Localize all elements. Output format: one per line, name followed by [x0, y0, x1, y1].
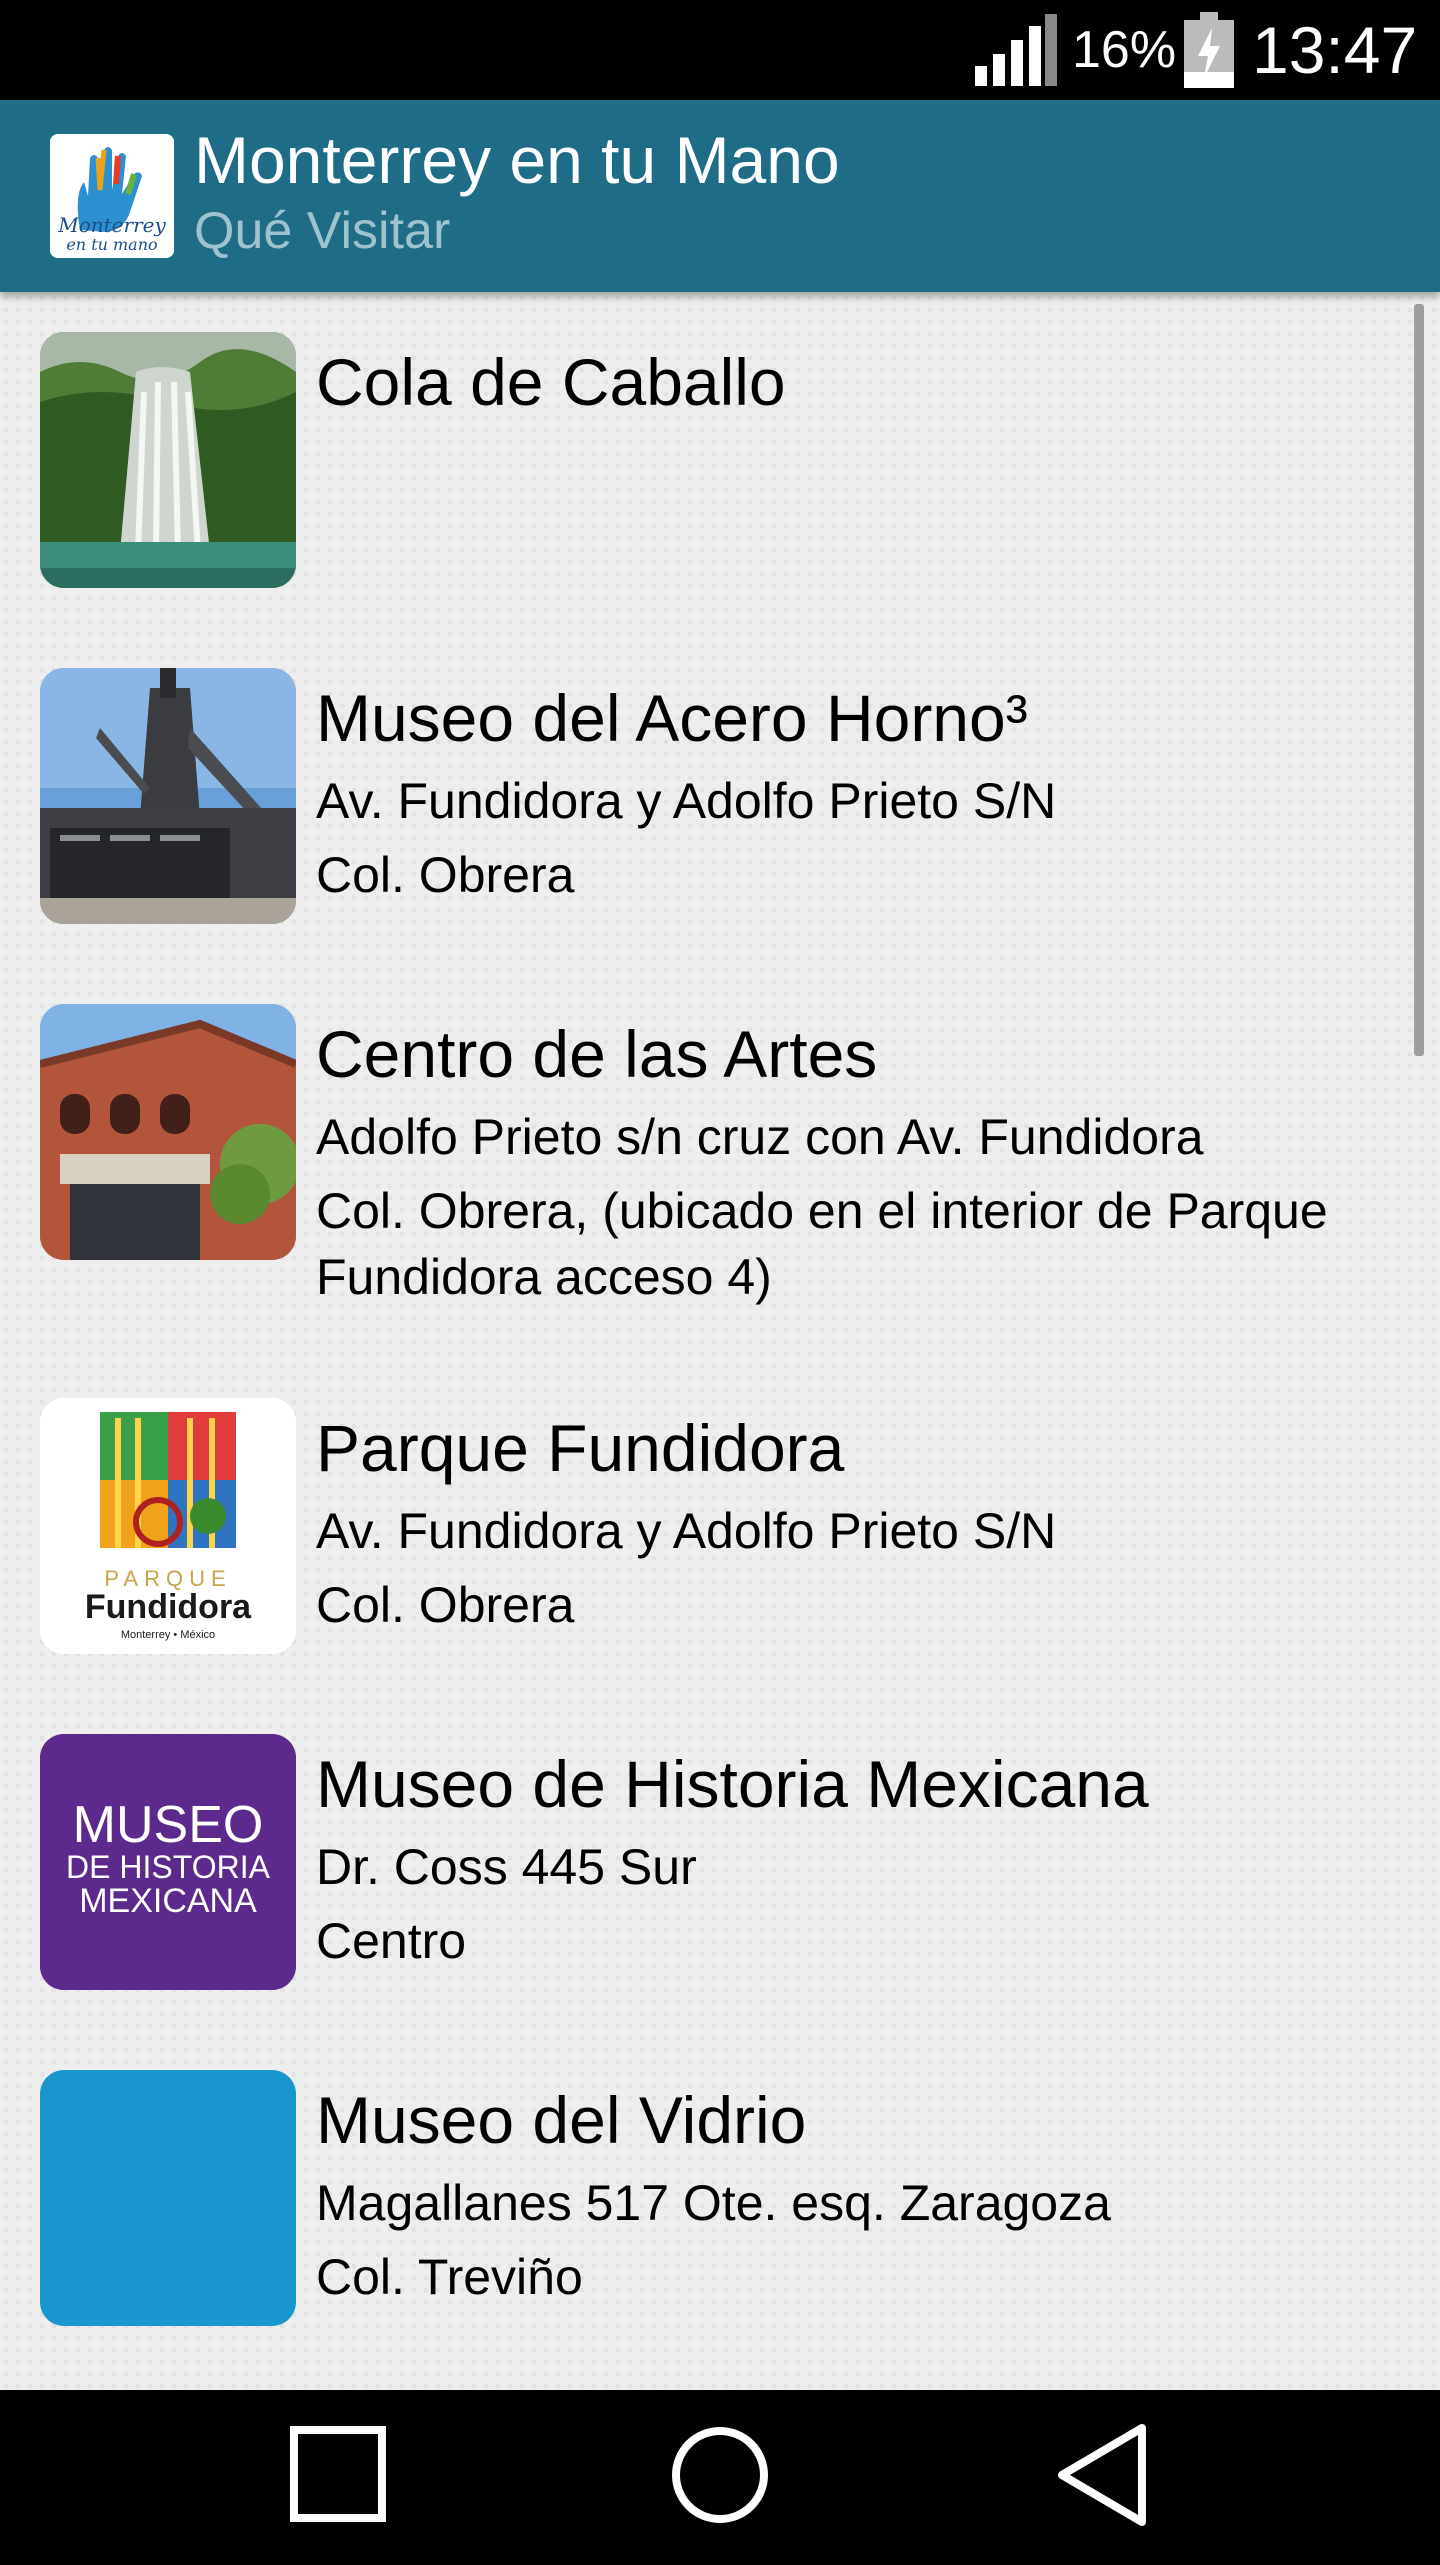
place-address: Dr. Coss 445 Sur [316, 1839, 697, 1895]
parque-fundidora-logo: PARQUE Fundidora Monterrey • México [40, 1398, 296, 1654]
place-neighborhood: Col. Obrera [316, 847, 575, 903]
museo-historia-logo: MUSEO DE HISTORIA MEXICANA [40, 1734, 296, 1990]
status-bar: 16% 13:47 [0, 0, 1440, 100]
place-address: Magallanes 517 Ote. esq. Zaragoza [316, 2175, 1111, 2231]
list-item[interactable]: MUSEO DE HISTORIA MEXICANA Museo de Hist… [0, 1734, 1400, 1990]
scrollbar[interactable] [1414, 304, 1424, 1056]
place-neighborhood: Col. Obrera [316, 1577, 575, 1633]
place-address: Av. Fundidora y Adolfo Prieto S/N [316, 1503, 1057, 1559]
logo-museo-text: MUSEO [73, 1796, 264, 1854]
logo-text-2: en tu mano [66, 235, 157, 254]
back-button[interactable] [982, 2390, 1222, 2560]
place-neighborhood: Col. Obrera, (ubicado en el interior de … [316, 1183, 1328, 1305]
battery-percent: 16% [1072, 21, 1177, 79]
app-subtitle: Qué Visitar [194, 202, 451, 260]
app-title: Monterrey en tu Mano [194, 123, 840, 197]
app-logo[interactable]: Monterrey en tu mano [50, 134, 174, 258]
logo-historia-text: DE HISTORIA [66, 1849, 271, 1885]
place-address: Av. Fundidora y Adolfo Prieto S/N [316, 773, 1057, 829]
list-item[interactable]: Museo del Acero Horno³ Av. Fundidora y A… [0, 668, 1400, 924]
back-triangle-icon [1058, 2424, 1146, 2526]
list-item[interactable]: Centro de las Artes Adolfo Prieto s/n cr… [0, 1004, 1400, 1324]
blast-furnace-thumbnail [40, 668, 296, 924]
logo-monterrey-text: Monterrey • México [121, 1629, 215, 1641]
navigation-bar [0, 2390, 1440, 2560]
app-bar: Monterrey en tu mano Monterrey en tu Man… [0, 100, 1440, 292]
list-item[interactable]: PARQUE Fundidora Monterrey • México Parq… [0, 1398, 1400, 1654]
place-title: Parque Fundidora [316, 1411, 845, 1485]
place-neighborhood: Col. Treviño [316, 2249, 583, 2305]
logo-text-1: Monterrey [57, 213, 166, 237]
waterfall-thumbnail [40, 332, 296, 588]
place-title: Centro de las Artes [316, 1017, 878, 1091]
clock: 13:47 [1252, 13, 1418, 87]
home-circle-icon [672, 2427, 768, 2523]
battery-charging-icon [1184, 12, 1234, 88]
signal-icon [975, 14, 1057, 86]
logo-fundidora-text: Fundidora [85, 1588, 252, 1626]
place-title: Museo de Historia Mexicana [316, 1747, 1149, 1821]
place-title: Cola de Caballo [316, 345, 786, 419]
place-neighborhood: Centro [316, 1913, 467, 1969]
list-item[interactable]: Museo del Vidrio Magallanes 517 Ote. esq… [0, 2070, 1400, 2326]
museo-vidrio-logo [40, 2070, 296, 2326]
list-item[interactable]: Cola de Caballo [0, 332, 1400, 588]
place-address: Adolfo Prieto s/n cruz con Av. Fundidora [316, 1109, 1204, 1165]
place-title: Museo del Acero Horno³ [316, 681, 1028, 755]
recents-button[interactable] [218, 2390, 458, 2560]
home-button[interactable] [600, 2390, 840, 2560]
recents-square-icon [290, 2426, 386, 2522]
brick-building-thumbnail [40, 1004, 296, 1260]
logo-mexicana-text: MEXICANA [79, 1882, 257, 1920]
place-title: Museo del Vidrio [316, 2083, 807, 2157]
places-list[interactable]: Cola de Caballo Museo del Acero Horno³ A… [0, 292, 1440, 2390]
